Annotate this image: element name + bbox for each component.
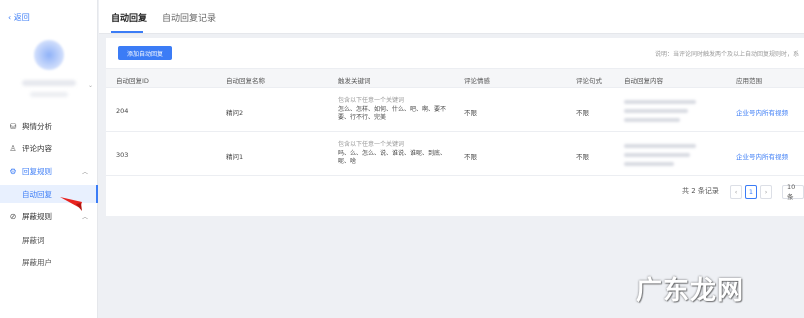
table-header: 自动回复ID 自动回复名称 触发关键词 评论情感 评论句式 自动回复内容 应用范… xyxy=(106,68,804,88)
sidebar-item-label: 屏蔽规则 xyxy=(22,211,52,221)
reply-content-blurred xyxy=(624,118,680,122)
sidebar-subitem-block-words[interactable]: 屏蔽词 xyxy=(0,231,98,249)
prev-page-button[interactable]: ‹ xyxy=(730,185,742,199)
sentiment: 不限 xyxy=(464,109,477,117)
block-icon: ⊘ xyxy=(9,211,17,221)
column-header: 自动回复ID xyxy=(116,77,149,85)
keyword-cell: 包含以下任意一个关键词 怎么、怎样、如何、什么、吧、啊、要不 要、行不行、完美 xyxy=(338,97,454,123)
page-1-button[interactable]: 1 xyxy=(745,185,757,199)
chevron-up-icon: ︿ xyxy=(81,168,88,176)
sidebar-item-comments[interactable]: ♙ 评论内容 xyxy=(0,139,98,157)
reply-id: 204 xyxy=(116,107,129,115)
column-header: 应用范围 xyxy=(736,77,762,85)
pagination-total: 共 2 条记录 xyxy=(682,187,719,195)
reply-id: 303 xyxy=(116,151,129,159)
keyword-title: 包含以下任意一个关键词 xyxy=(338,97,405,104)
scope-link[interactable]: 企业号内所有视频 xyxy=(736,107,788,117)
reply-content-blurred xyxy=(624,162,674,166)
sentence-form: 不限 xyxy=(576,109,589,117)
sidebar-item-label: 自动回复 xyxy=(22,189,52,199)
account-sub-blurred xyxy=(30,92,68,97)
reply-content-blurred xyxy=(624,144,696,148)
column-header: 评论情感 xyxy=(464,77,490,85)
account-name-blurred xyxy=(22,80,76,86)
next-page-button[interactable]: › xyxy=(760,185,772,199)
watermark: 广东龙网 xyxy=(636,276,745,306)
sentence-form: 不限 xyxy=(576,153,589,161)
reply-content-blurred xyxy=(624,153,690,157)
keyword-title: 包含以下任意一个关键词 xyxy=(338,141,405,148)
user-comment-icon: ♙ xyxy=(9,143,17,153)
column-header: 自动回复内容 xyxy=(624,77,663,85)
reply-content-blurred xyxy=(624,100,696,104)
add-auto-reply-button[interactable]: 添加自动回复 xyxy=(118,46,172,60)
chevron-down-icon[interactable]: ⌄ xyxy=(88,82,93,89)
tab-auto-reply-records[interactable]: 自动回复记录 xyxy=(162,11,216,24)
scope-link[interactable]: 企业号内所有视频 xyxy=(736,151,788,161)
analytics-icon: ⛁ xyxy=(9,121,17,131)
keyword-list: 怎么、怎样、如何、什么、吧、啊、要不 xyxy=(338,105,447,113)
keyword-list: 吗、么、怎么、说、谁说、谁呢、到底、 xyxy=(338,149,447,157)
keyword-list: 呢、啥 xyxy=(338,158,357,165)
column-header: 评论句式 xyxy=(576,77,602,85)
reply-name: 精问1 xyxy=(226,153,244,161)
sidebar-item-label: 回复规则 xyxy=(22,166,52,176)
sidebar-item-label: 评论内容 xyxy=(22,143,52,153)
sidebar-item-label: 舆情分析 xyxy=(22,121,52,131)
sidebar-subitem-block-users[interactable]: 屏蔽用户 xyxy=(0,253,98,271)
keyword-list: 要、行不行、完美 xyxy=(338,114,387,121)
sidebar-item-label: 屏蔽用户 xyxy=(22,257,52,267)
sidebar-item-label: 屏蔽词 xyxy=(22,235,45,245)
rule-note: 说明：当评论同时触发两个及以上自动回复规则时，系 xyxy=(655,51,800,58)
reply-name: 精问2 xyxy=(226,109,244,117)
reply-content-blurred xyxy=(624,109,688,113)
back-link[interactable]: ‹ 返回 xyxy=(8,12,30,23)
sidebar-item-reply-rules[interactable]: ⚙ 回复规则 ︿ xyxy=(0,162,98,180)
tab-auto-reply[interactable]: 自动回复 xyxy=(111,11,147,24)
red-arrow-annotation xyxy=(60,197,82,211)
active-tab-indicator xyxy=(111,31,143,33)
sidebar-item-analytics[interactable]: ⛁ 舆情分析 xyxy=(0,117,98,135)
column-header: 自动回复名称 xyxy=(226,77,265,85)
page-size-select[interactable]: 10 条 xyxy=(782,183,804,201)
table-row: 303 精问1 包含以下任意一个关键词 吗、么、怎么、说、谁说、谁呢、到底、 呢… xyxy=(106,133,804,176)
sentiment: 不限 xyxy=(464,153,477,161)
sidebar: ‹ 返回 ⌄ ⛁ 舆情分析 ♙ 评论内容 ⚙ 回复规则 ︿ 自动回复 ⊘ 屏蔽规… xyxy=(0,0,98,318)
table-row: 204 精问2 包含以下任意一个关键词 怎么、怎样、如何、什么、吧、啊、要不 要… xyxy=(106,89,804,132)
keyword-cell: 包含以下任意一个关键词 吗、么、怎么、说、谁说、谁呢、到底、 呢、啥 xyxy=(338,141,454,167)
avatar xyxy=(34,40,64,70)
column-header: 触发关键词 xyxy=(338,77,371,85)
content-card: 添加自动回复 说明：当评论同时触发两个及以上自动回复规则时，系 自动回复ID 自… xyxy=(106,38,804,216)
gear-icon: ⚙ xyxy=(9,166,17,176)
tab-bar: 自动回复 自动回复记录 xyxy=(99,0,804,34)
